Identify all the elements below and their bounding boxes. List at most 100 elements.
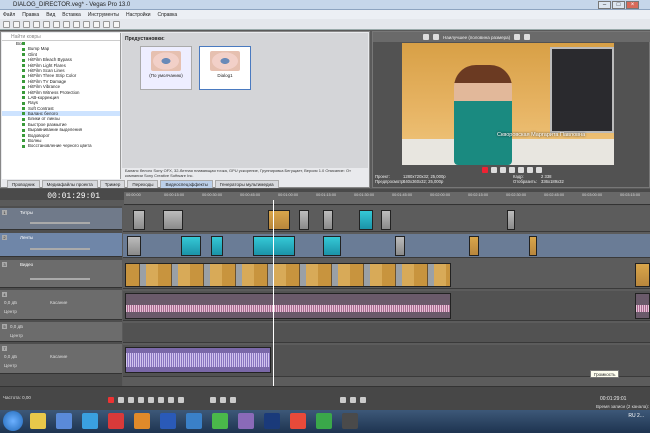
preview-settings-icon[interactable] (423, 34, 429, 40)
video-clip[interactable] (125, 263, 451, 287)
menu-options[interactable]: Настройки (126, 12, 151, 18)
photoshop-taskbar-icon[interactable] (264, 413, 280, 429)
tape-clip[interactable] (181, 236, 201, 256)
tape-clip[interactable] (323, 236, 341, 256)
lock-envelopes-icon[interactable] (360, 397, 366, 403)
track-header-audio-7[interactable]: 7 0,0 дБ Касание Центр (0, 344, 122, 374)
track-header-titles[interactable]: 1 Титры (0, 208, 122, 230)
tape-clip[interactable] (253, 236, 295, 256)
opacity-slider[interactable] (30, 222, 90, 224)
new-icon[interactable] (3, 20, 10, 28)
chrome-taskbar-icon[interactable] (212, 413, 228, 429)
render-icon[interactable] (43, 20, 50, 28)
yandex-taskbar-icon[interactable] (290, 413, 306, 429)
title-clip[interactable] (381, 210, 391, 230)
timeline-lanes[interactable] (123, 206, 650, 386)
track-header-audio-5[interactable]: 5 0,0 дБ Центр (0, 322, 122, 342)
video-clip[interactable] (635, 263, 650, 287)
track-automation-mode[interactable]: Касание (50, 354, 67, 359)
edit-tool-icon[interactable] (103, 20, 110, 28)
stop-icon[interactable] (158, 397, 164, 403)
split-screen-icon[interactable] (433, 34, 439, 40)
title-clip[interactable] (268, 210, 290, 230)
torrent-taskbar-icon[interactable] (316, 413, 332, 429)
timeline-ruler[interactable]: 00:00:00 00:00:15:00 00:00:30:00 00:00:45:0… (124, 192, 650, 205)
envelope-edit-tool-icon[interactable] (220, 397, 226, 403)
properties-icon[interactable] (33, 20, 40, 28)
stop-icon[interactable] (518, 166, 524, 173)
fx-item[interactable]: Восстановление черного цвета (2, 143, 120, 148)
word-taskbar-icon[interactable] (56, 413, 72, 429)
paste-icon[interactable] (73, 20, 80, 28)
snapshot-icon[interactable] (524, 34, 531, 40)
vegas-taskbar-icon[interactable] (342, 413, 358, 429)
menu-insert[interactable]: Вставка (62, 12, 81, 18)
tab-media-generators[interactable]: Генераторы мультимедиа (214, 180, 279, 188)
prev-frame-icon[interactable] (527, 166, 533, 173)
pause-icon[interactable] (148, 397, 154, 403)
music-clip[interactable] (125, 347, 271, 373)
play-icon[interactable] (500, 166, 506, 173)
preset-dialog1[interactable]: Dialog1 (199, 46, 251, 90)
maximize-button[interactable]: □ (612, 1, 625, 9)
loop-icon[interactable] (118, 397, 124, 403)
tab-explorer[interactable]: Проводник (7, 180, 40, 188)
opacity-slider[interactable] (30, 248, 90, 250)
cut-icon[interactable] (53, 20, 60, 28)
tape-clip[interactable] (395, 236, 405, 256)
menu-file[interactable]: Файл (3, 12, 15, 18)
explorer-taskbar-icon[interactable] (30, 413, 46, 429)
start-button[interactable] (3, 411, 23, 431)
tray-lang[interactable]: RU (628, 413, 635, 419)
menu-view[interactable]: Вид (46, 12, 55, 18)
title-clip[interactable] (133, 210, 145, 230)
selection-tool-icon[interactable] (230, 397, 236, 403)
preview-quality-dropdown[interactable]: Наилучшее (половина размера) (443, 35, 510, 40)
overlays-icon[interactable] (514, 34, 521, 40)
media-taskbar-icon[interactable] (160, 413, 176, 429)
title-clip[interactable] (359, 210, 373, 230)
title-clip[interactable] (163, 210, 183, 230)
save-icon[interactable] (23, 20, 30, 28)
ie-taskbar-icon[interactable] (82, 413, 98, 429)
folder-taskbar-icon[interactable] (238, 413, 254, 429)
loop-icon[interactable] (491, 166, 497, 173)
undo-icon[interactable] (83, 20, 90, 28)
next-frame-icon[interactable] (536, 166, 542, 173)
playhead[interactable] (273, 200, 274, 388)
close-button[interactable]: × (626, 1, 639, 9)
opacity-slider[interactable] (30, 278, 90, 280)
menu-tools[interactable]: Инструменты (88, 12, 119, 18)
track-header-audio-4[interactable]: 4 0,0 дБ Касание Центр (0, 290, 122, 320)
track-header-video[interactable]: 3 Видео (0, 260, 122, 288)
tape-clip[interactable] (529, 236, 537, 256)
tab-video-fx[interactable]: Видеоспецэффекты (160, 180, 213, 188)
audio-clip[interactable] (125, 293, 451, 319)
mozilla-taskbar-icon[interactable] (134, 413, 150, 429)
tab-transitions[interactable]: Переходы (127, 180, 159, 188)
track-header-tapes[interactable]: 2 Ленты (0, 233, 122, 257)
minimize-button[interactable]: – (598, 1, 611, 9)
fx-filter-input[interactable]: Найти ковры (2, 33, 120, 41)
pause-icon[interactable] (509, 166, 515, 173)
open-icon[interactable] (13, 20, 20, 28)
auto-ripple-icon[interactable] (350, 397, 356, 403)
track-automation-mode[interactable]: Касание (50, 300, 67, 305)
redo-icon[interactable] (93, 20, 100, 28)
envelope-tool-icon[interactable] (113, 20, 120, 28)
tab-trimmer[interactable]: Тример (99, 180, 126, 188)
menu-help[interactable]: Справка (158, 12, 178, 18)
play-icon[interactable] (138, 397, 144, 403)
tab-project-media[interactable]: Медиафайлы проекта (41, 180, 98, 188)
record-icon[interactable] (108, 397, 114, 403)
title-clip[interactable] (507, 210, 515, 230)
menu-edit[interactable]: Правка (22, 12, 39, 18)
play-from-start-icon[interactable] (128, 397, 134, 403)
opera-taskbar-icon[interactable] (108, 413, 124, 429)
title-clip[interactable] (299, 210, 309, 230)
go-to-start-icon[interactable] (168, 397, 174, 403)
tape-clip[interactable] (469, 236, 479, 256)
tape-clip[interactable] (211, 236, 223, 256)
record-icon[interactable] (482, 166, 488, 173)
tape-clip[interactable] (127, 236, 141, 256)
